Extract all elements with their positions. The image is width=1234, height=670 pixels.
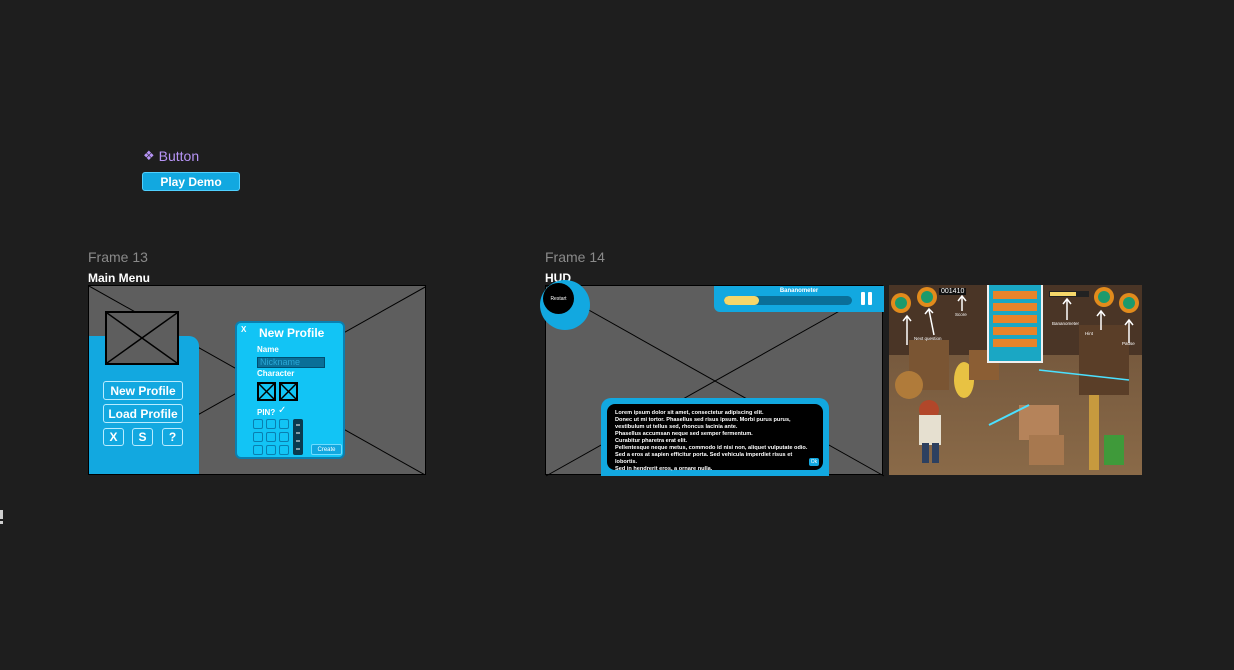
frame-14-label[interactable]: Frame 14 [545,249,605,265]
pin-key[interactable] [266,419,276,429]
pause-annotation: Pause [1122,341,1135,346]
dialog-line: Donec ut mi tortor. Phasellus sed risus … [615,417,791,423]
pin-label: PIN? [257,408,276,417]
pin-key[interactable] [279,432,289,442]
bananometer-fill [724,296,759,305]
new-profile-dialog: X New Profile Name Nickname Character PI… [235,321,345,459]
restart-button-ring: Restart [540,280,590,330]
pin-display [293,419,303,455]
component-diamond-icon: ❖ [143,148,155,163]
character-option[interactable] [279,382,298,401]
dialog-box: Lorem ipsum dolor sit amet, consectetur … [601,398,829,476]
main-menu-frame[interactable]: New Profile Load Profile X S ? X New Pro… [88,285,426,475]
pin-key[interactable] [266,432,276,442]
component-title-text: Button [158,148,200,164]
load-profile-button[interactable]: Load Profile [103,404,183,423]
score-counter: 001410 [939,288,967,295]
nickname-input[interactable]: Nickname [257,357,325,368]
component-title: ❖ Button [143,148,199,164]
pin-key[interactable] [279,419,289,429]
create-button[interactable]: Create [311,444,342,455]
dialog-inner: Lorem ipsum dolor sit amet, consectetur … [607,404,823,473]
play-demo-button[interactable]: Play Demo [142,172,240,191]
next-question-annotation: Next question [914,336,942,341]
help-button[interactable]: ? [162,428,183,446]
bananometer-track [724,296,852,305]
logo-placeholder-image [105,311,179,365]
hint-annotation: Hint [1085,331,1094,336]
dialog-line: Pellentesque neque metus, commodo id nis… [615,445,808,451]
checkmark-icon[interactable]: ✓ [278,405,286,416]
dialog-line: Phasellus accumsan neque sed semper ferm… [615,431,753,437]
pin-key[interactable] [279,445,289,455]
game-screenshot-image[interactable]: 001410 Score Bananometer Next question H… [889,285,1142,475]
dialog-line: Sed a eros at sapien efficitur porta. Se… [615,452,793,465]
dialog-line: Lorem ipsum dolor sit amet, consectetur … [615,410,764,416]
character-option[interactable] [257,382,276,401]
pin-key[interactable] [253,419,263,429]
bananometer-annotation: Bananometer [1052,321,1080,326]
ok-button[interactable]: Ok [809,458,819,466]
dialog-line: Curabitur pharetra erat elit. [615,438,688,444]
dialog-title: New Profile [259,326,325,340]
character-label: Character [257,369,295,378]
dialog-line: Sed in hendrerit eros, a ornare nulla. [615,466,713,472]
frame-13-label[interactable]: Frame 13 [88,249,148,265]
bananometer-label: Bananometer [779,288,819,294]
exit-button[interactable]: X [103,428,124,446]
settings-button[interactable]: S [132,428,153,446]
hud-frame[interactable]: Restart Bananometer Lorem ipsum dolor si… [540,280,885,477]
game-scene [889,285,1142,475]
frame-13-name[interactable]: Main Menu [88,271,150,285]
dialog-text: Lorem ipsum dolor sit amet, consectetur … [615,410,815,473]
name-label: Name [257,345,279,354]
edge-handle-icon [0,510,3,524]
pause-icon[interactable] [861,292,873,305]
score-annotation: Score [955,312,967,317]
dialog-line: vestibulum ut tellus sed, rhoncus lacini… [615,424,738,430]
pin-key[interactable] [253,445,263,455]
restart-button[interactable]: Restart [543,283,574,314]
pin-key[interactable] [266,445,276,455]
new-profile-button[interactable]: New Profile [103,381,183,400]
bananometer: Bananometer [714,286,884,312]
pin-key[interactable] [253,432,263,442]
close-dialog-button[interactable]: X [241,325,246,334]
